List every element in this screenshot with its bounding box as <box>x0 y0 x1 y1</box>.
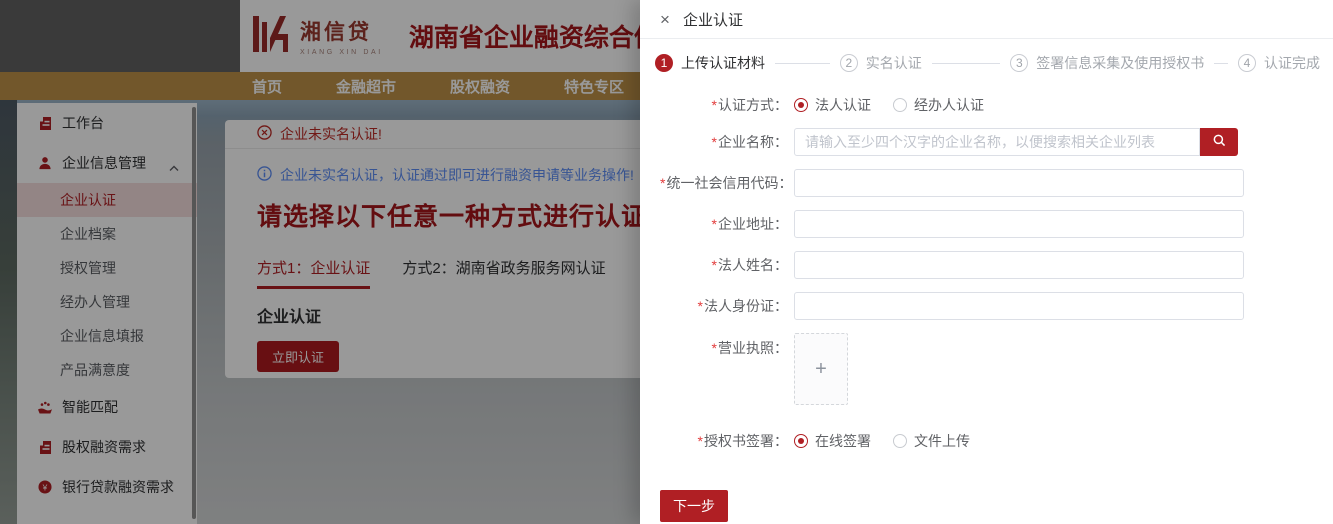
step-number: 3 <box>1010 54 1028 72</box>
legal-person-name-input[interactable] <box>794 251 1244 279</box>
business-license-upload[interactable]: + <box>794 333 848 405</box>
next-step-button[interactable]: 下一步 <box>660 490 728 522</box>
legal-person-id-input[interactable] <box>794 292 1244 320</box>
radio-unselected-icon <box>893 98 907 112</box>
radio-agent-auth[interactable]: 经办人认证 <box>893 95 984 115</box>
step-number: 4 <box>1238 54 1256 72</box>
required-mark: * <box>712 216 717 232</box>
required-mark: * <box>712 134 717 150</box>
radio-label: 文件上传 <box>914 431 970 451</box>
authorization-sign-label: *授权书签署： <box>660 431 788 451</box>
step-connector <box>932 63 1001 64</box>
legal-person-name-row: *法人姓名： <box>660 251 1333 279</box>
company-address-row: *企业地址： <box>660 210 1333 238</box>
step-real-name-auth: 2 实名认证 <box>840 53 922 73</box>
step-connector <box>775 63 830 64</box>
credit-code-label: *统一社会信用代码： <box>660 173 788 193</box>
business-license-row: *营业执照： + <box>660 333 1333 405</box>
radio-label: 经办人认证 <box>914 95 984 115</box>
step-label: 上传认证材料 <box>681 53 765 73</box>
search-icon <box>1212 133 1227 151</box>
credit-code-input[interactable] <box>794 169 1244 197</box>
radio-online-sign[interactable]: 在线签署 <box>794 431 871 451</box>
radio-selected-icon <box>794 434 808 448</box>
company-name-input[interactable] <box>794 128 1200 156</box>
page: 湘信贷 XIANG XIN DAI 湖南省企业融资综合信用服务平台 首页 金融超… <box>0 0 1333 524</box>
auth-form: *认证方式： 法人认证 经办人认证 *企业名称： <box>640 95 1333 522</box>
plus-icon: + <box>815 358 827 381</box>
step-upload-materials: 1 上传认证材料 <box>655 53 765 73</box>
radio-legal-person-auth[interactable]: 法人认证 <box>794 95 871 115</box>
radio-unselected-icon <box>893 434 907 448</box>
required-mark: * <box>712 340 717 356</box>
required-mark: * <box>712 97 717 113</box>
step-number: 2 <box>840 54 858 72</box>
company-address-input[interactable] <box>794 210 1244 238</box>
company-auth-drawer: × 企业认证 1 上传认证材料 2 实名认证 3 签署信息采集及使用授权书 4 … <box>640 0 1333 524</box>
close-icon[interactable]: × <box>660 11 670 28</box>
legal-person-id-label: *法人身份证： <box>660 296 788 316</box>
auth-method-row: *认证方式： 法人认证 经办人认证 <box>660 95 1333 115</box>
business-license-label: *营业执照： <box>660 333 788 358</box>
company-name-row: *企业名称： <box>660 128 1333 156</box>
radio-selected-icon <box>794 98 808 112</box>
required-mark: * <box>698 433 703 449</box>
company-address-label: *企业地址： <box>660 214 788 234</box>
legal-person-name-label: *法人姓名： <box>660 255 788 275</box>
radio-label: 在线签署 <box>815 431 871 451</box>
required-mark: * <box>712 257 717 273</box>
authorization-sign-row: *授权书签署： 在线签署 文件上传 <box>660 431 1333 451</box>
drawer-header: × 企业认证 <box>640 0 1333 39</box>
step-label: 认证完成 <box>1264 53 1320 73</box>
radio-label: 法人认证 <box>815 95 871 115</box>
step-number: 1 <box>655 54 673 72</box>
step-connector <box>1214 63 1228 64</box>
auth-steps: 1 上传认证材料 2 实名认证 3 签署信息采集及使用授权书 4 认证完成 <box>655 53 1320 73</box>
step-label: 签署信息采集及使用授权书 <box>1036 53 1204 73</box>
company-search-button[interactable] <box>1200 128 1238 156</box>
required-mark: * <box>660 175 665 191</box>
radio-file-upload[interactable]: 文件上传 <box>893 431 970 451</box>
step-label: 实名认证 <box>866 53 922 73</box>
credit-code-row: *统一社会信用代码： <box>660 169 1333 197</box>
company-name-label: *企业名称： <box>660 132 788 152</box>
step-sign-authorization: 3 签署信息采集及使用授权书 <box>1010 53 1204 73</box>
drawer-title: 企业认证 <box>683 9 743 30</box>
legal-person-id-row: *法人身份证： <box>660 292 1333 320</box>
required-mark: * <box>698 298 703 314</box>
auth-method-label: *认证方式： <box>660 95 788 115</box>
step-auth-complete: 4 认证完成 <box>1238 53 1320 73</box>
